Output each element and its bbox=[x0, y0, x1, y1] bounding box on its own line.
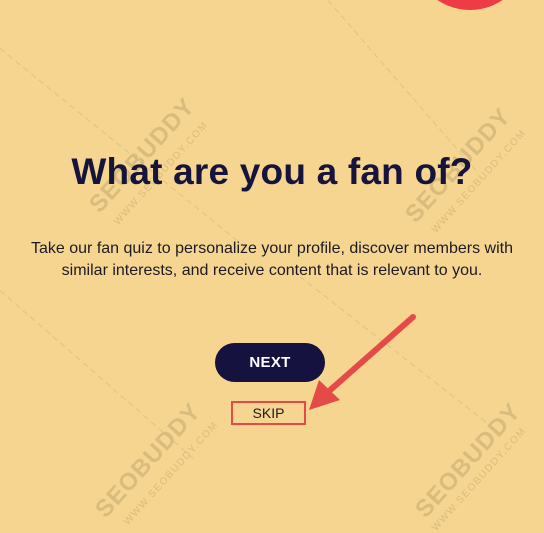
watermark-line bbox=[0, 290, 197, 462]
watermark-line bbox=[327, 0, 480, 175]
watermark-domain: WWW.SEOBUDDY.COM bbox=[122, 419, 221, 528]
watermark-line bbox=[291, 270, 490, 425]
watermark-text: SEOBUDDY bbox=[410, 397, 527, 524]
page-title: What are you a fan of? bbox=[71, 151, 473, 192]
skip-button[interactable]: SKIP bbox=[231, 401, 306, 425]
watermark-domain: WWW.SEOBUDDY.COM bbox=[430, 425, 529, 533]
decorative-red-circle bbox=[412, 0, 528, 10]
next-button[interactable]: NEXT bbox=[215, 343, 325, 382]
description-text: Take our fan quiz to personalize your pr… bbox=[31, 240, 513, 279]
watermark-text: SEOBUDDY bbox=[90, 397, 207, 524]
